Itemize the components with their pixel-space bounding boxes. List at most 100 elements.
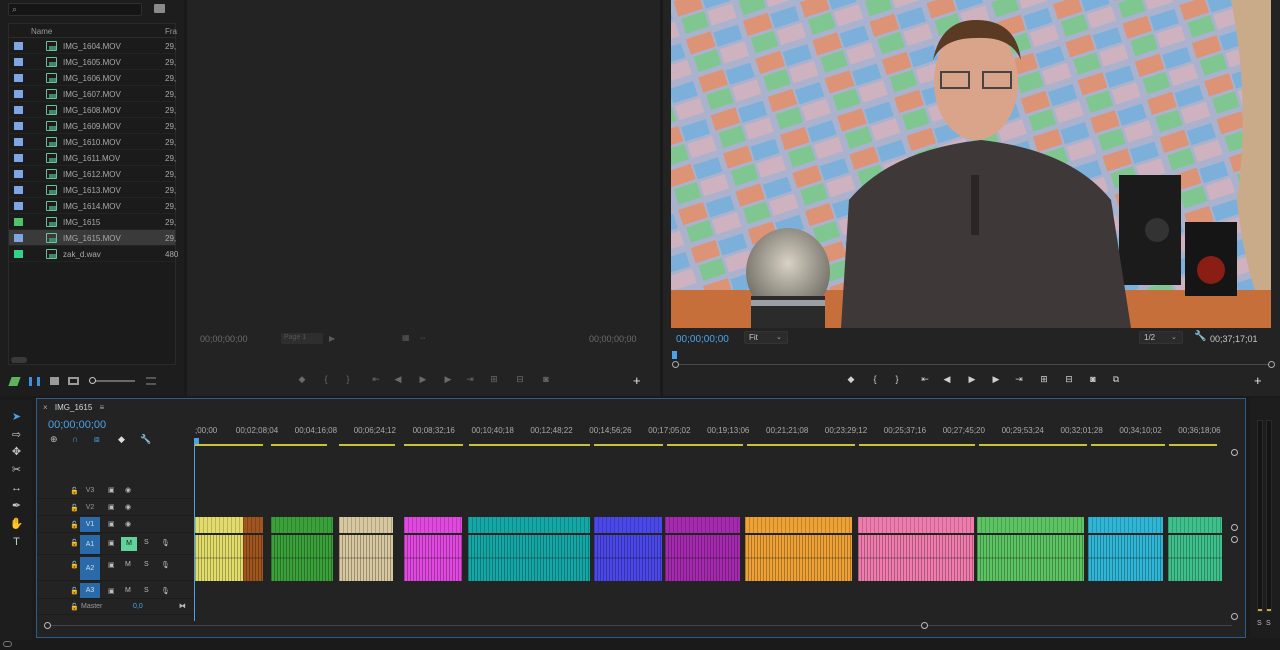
project-item[interactable]: IMG_1604.MOV 29, — [9, 38, 176, 54]
track-select-tool-icon[interactable]: ⇨ — [9, 428, 24, 442]
zoom-bar-left-handle[interactable] — [672, 361, 679, 368]
selection-tool-icon[interactable]: ➤ — [9, 410, 24, 424]
new-search-bin-button[interactable] — [154, 4, 165, 13]
label-color-chip[interactable] — [14, 74, 23, 82]
audio-clip[interactable] — [858, 535, 974, 581]
label-color-chip[interactable] — [14, 154, 23, 162]
zoom-slider-handle[interactable] — [89, 377, 96, 384]
comparison-view-icon[interactable]: ⧉ — [1109, 374, 1123, 385]
lock-icon[interactable]: 🔓 — [70, 539, 79, 547]
add-marker-icon[interactable]: ◆ — [118, 434, 125, 445]
column-header-frame-rate[interactable]: Fra — [165, 27, 177, 36]
sync-lock-icon[interactable]: ▣ — [108, 561, 115, 569]
audio-clip[interactable] — [468, 535, 590, 581]
video-clip[interactable] — [195, 517, 243, 533]
go-to-in-icon[interactable]: ⇤ — [369, 374, 383, 385]
project-item[interactable]: IMG_1611.MOV 29, — [9, 150, 176, 166]
project-item[interactable]: IMG_1608.MOV 29, — [9, 102, 176, 118]
project-item[interactable]: IMG_1609.MOV 29, — [9, 118, 176, 134]
label-color-chip[interactable] — [14, 122, 23, 130]
horizontal-scrollbar[interactable] — [11, 357, 27, 363]
mark-out-icon[interactable]: } — [890, 374, 904, 384]
master-volume[interactable]: 0,0 — [133, 603, 143, 610]
lift-icon[interactable]: ⊞ — [1037, 374, 1051, 385]
mute-button[interactable]: M — [121, 537, 137, 551]
project-item[interactable]: IMG_1607.MOV 29, — [9, 86, 176, 102]
audio-clip[interactable] — [665, 535, 740, 581]
go-to-out-icon[interactable]: ⇥ — [1012, 374, 1026, 385]
lock-icon[interactable]: 🔓 — [70, 487, 79, 495]
scroll-right-handle[interactable] — [921, 622, 928, 629]
video-scroll-handle[interactable] — [1231, 449, 1238, 456]
label-color-chip[interactable] — [14, 58, 23, 66]
insert-icon[interactable]: ⊞ — [487, 374, 501, 385]
export-frame-icon[interactable]: ◙ — [539, 374, 553, 384]
step-back-icon[interactable]: ◀ — [940, 374, 954, 385]
solo-left-button[interactable]: S — [1257, 620, 1262, 627]
label-color-chip[interactable] — [14, 42, 23, 50]
microphone-icon[interactable]: 🎙 — [161, 561, 170, 569]
playhead-marker[interactable] — [672, 351, 677, 359]
page-select[interactable]: Page 1 — [281, 333, 323, 344]
audio-clip[interactable] — [404, 535, 462, 581]
ripple-edit-tool-icon[interactable]: ✥ — [9, 445, 24, 459]
audio-clip[interactable] — [1168, 535, 1222, 581]
solo-button[interactable]: S — [144, 587, 149, 594]
play-icon[interactable]: ▶ — [965, 374, 979, 385]
razor-tool-icon[interactable]: ✂ — [9, 463, 24, 477]
wrench-icon[interactable]: 🔧 — [1194, 332, 1206, 342]
source-timecode-in[interactable]: 00;00;00;00 — [200, 334, 248, 344]
play-icon[interactable]: ▶ — [416, 374, 430, 385]
video-clip[interactable] — [977, 517, 1084, 533]
audio-clip[interactable] — [271, 535, 333, 581]
sort-icons-icon[interactable] — [146, 377, 156, 385]
video-clip[interactable] — [1088, 517, 1163, 533]
audio-clip[interactable] — [977, 535, 1084, 581]
project-item[interactable]: IMG_1606.MOV 29, — [9, 70, 176, 86]
sync-lock-icon[interactable]: ▣ — [108, 520, 115, 528]
video-clip[interactable] — [1168, 517, 1222, 533]
list-view-icon[interactable] — [29, 377, 40, 386]
step-forward-icon[interactable]: ▶ — [989, 374, 1003, 385]
drag-audio-icon[interactable]: ⇔ — [419, 333, 427, 342]
lock-icon[interactable]: 🔓 — [70, 561, 79, 569]
project-item[interactable]: IMG_1613.MOV 29, — [9, 182, 176, 198]
audio-clip[interactable] — [745, 535, 852, 581]
solo-button[interactable]: S — [144, 561, 149, 568]
linked-selection-icon[interactable]: ⧈ — [94, 434, 100, 445]
drag-video-icon[interactable]: ▦ — [402, 333, 410, 342]
project-item[interactable]: IMG_1612.MOV 29, — [9, 166, 176, 182]
microphone-icon[interactable]: 🎙 — [161, 539, 170, 547]
video-clip[interactable] — [404, 517, 462, 533]
mark-out-icon[interactable]: } — [341, 374, 355, 384]
close-icon[interactable]: × — [43, 403, 48, 412]
video-clip[interactable] — [858, 517, 974, 533]
mute-button[interactable]: M — [125, 561, 131, 568]
add-marker-icon[interactable]: ◆ — [295, 374, 309, 385]
mute-button[interactable]: M — [125, 587, 131, 594]
step-back-icon[interactable]: ◀ — [391, 374, 405, 385]
video-clip[interactable] — [594, 517, 662, 533]
project-item[interactable]: IMG_1615 29, — [9, 214, 176, 230]
audio-clip[interactable] — [243, 535, 263, 581]
label-color-chip[interactable] — [14, 234, 23, 242]
slip-tool-icon[interactable]: ↔ — [9, 481, 24, 495]
label-color-chip[interactable] — [14, 186, 23, 194]
sync-lock-icon[interactable]: ▣ — [108, 503, 115, 511]
project-item[interactable]: IMG_1615.MOV 29, — [9, 230, 176, 246]
zoom-bar-right-handle[interactable] — [1268, 361, 1275, 368]
track-target-a1[interactable]: A1 — [80, 535, 100, 554]
sync-lock-icon[interactable]: ▣ — [108, 486, 115, 494]
solo-button[interactable]: S — [144, 539, 149, 546]
video-clip[interactable] — [271, 517, 333, 533]
go-to-in-icon[interactable]: ⇤ — [918, 374, 932, 385]
wrench-icon[interactable]: 🔧 — [140, 434, 151, 445]
nest-icon[interactable]: ⊕ — [50, 434, 58, 445]
search-input[interactable] — [23, 4, 139, 15]
track-target-v3[interactable]: V3 — [80, 483, 100, 498]
icon-view-icon[interactable] — [50, 377, 59, 385]
mark-in-icon[interactable]: { — [319, 374, 333, 384]
project-item[interactable]: IMG_1614.MOV 29, — [9, 198, 176, 214]
source-add-button-icon[interactable]: + — [633, 373, 641, 388]
video-scroll-handle[interactable] — [1231, 524, 1238, 531]
